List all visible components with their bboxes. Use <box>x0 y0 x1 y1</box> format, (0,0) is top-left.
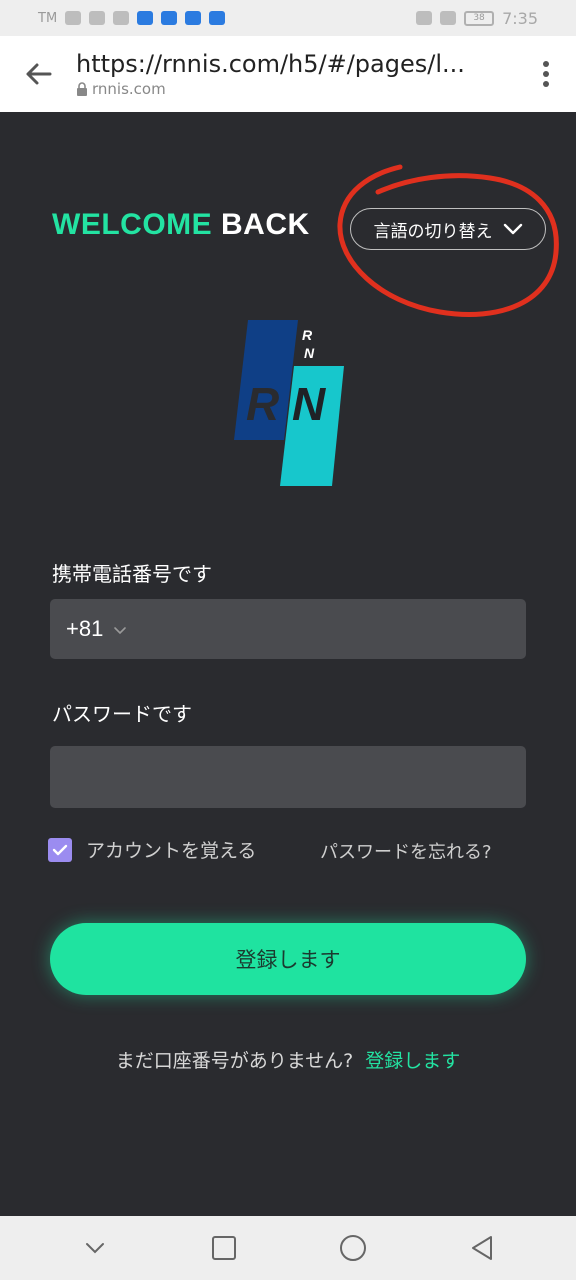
country-code-select[interactable]: +81 <box>66 616 103 642</box>
remember-label: アカウントを覚える <box>86 840 257 862</box>
password-input[interactable] <box>50 746 526 808</box>
language-switch-button[interactable]: 言語の切り替え <box>350 208 546 250</box>
chevron-down-icon[interactable] <box>113 626 127 635</box>
nav-back-button[interactable] <box>452 1218 512 1278</box>
language-switch-label: 言語の切り替え <box>373 221 493 242</box>
signal-icon <box>65 11 82 25</box>
welcome-word: WELCOME <box>52 208 213 241</box>
nav-hide-button[interactable] <box>65 1218 125 1278</box>
phone-field: +81 <box>50 599 526 659</box>
eye-icon <box>416 11 433 25</box>
square-icon <box>211 1236 236 1260</box>
welcome-heading: WELCOME BACK <box>52 208 310 242</box>
logo-letter-n: N <box>292 378 326 430</box>
wifi-icon <box>89 11 106 25</box>
nav-recents-button[interactable] <box>194 1218 254 1278</box>
chevron-down-icon <box>503 223 522 235</box>
nav-home-button[interactable] <box>323 1218 383 1278</box>
browser-toolbar: https://rnnis.com/h5/#/pages/l... rnnis.… <box>0 36 576 112</box>
domain-row: rnnis.com <box>76 80 516 98</box>
triangle-back-icon <box>471 1236 492 1260</box>
phone-label: 携帯電話番号です <box>52 562 212 586</box>
check-icon <box>52 844 68 855</box>
phone-input[interactable] <box>127 599 526 659</box>
logo-letter-r: R <box>246 378 279 430</box>
signup-link[interactable]: 登録します <box>365 1050 460 1072</box>
remember-account-row[interactable]: アカウントを覚える <box>48 836 256 863</box>
chevron-down-icon <box>85 1243 104 1254</box>
signup-prompt: まだ口座番号がありません? <box>115 1050 354 1072</box>
circle-icon <box>339 1235 366 1261</box>
status-right: 38 7:35 <box>416 9 538 28</box>
remember-checkbox[interactable] <box>48 837 72 862</box>
rn-logo: R N R N <box>234 320 344 486</box>
status-left: TM <box>38 10 226 26</box>
carrier-label: TM <box>38 10 58 26</box>
status-bar: TM 38 7:35 <box>0 0 576 36</box>
signup-row: まだ口座番号がありません? 登録します <box>0 1046 576 1073</box>
back-word: BACK <box>221 208 310 241</box>
lock-icon <box>77 82 87 96</box>
system-nav-bar <box>0 1216 576 1280</box>
alarm-icon <box>440 11 457 25</box>
messenger-icon <box>161 11 178 25</box>
url-text: https://rnnis.com/h5/#/pages/l... <box>76 50 465 78</box>
more-vertical-icon <box>543 61 549 87</box>
address-bar[interactable]: https://rnnis.com/h5/#/pages/l... rnnis.… <box>76 50 516 98</box>
login-button[interactable]: 登録します <box>50 923 526 995</box>
logo-small-letter-n: N <box>304 345 315 361</box>
shield-icon <box>137 11 154 25</box>
app-icon <box>209 11 226 25</box>
forgot-password-link[interactable]: パスワードを忘れる? <box>320 838 492 864</box>
more-menu-button[interactable] <box>516 36 576 112</box>
notification-icon <box>113 11 130 25</box>
status-time: 7:35 <box>502 8 538 28</box>
battery-icon: 38 <box>464 10 495 26</box>
back-button[interactable] <box>0 36 76 112</box>
login-page: WELCOME BACK 言語の切り替え R N R N 携帯電話番号です +8… <box>0 112 576 1216</box>
logo-small-letter-r: R <box>302 327 313 343</box>
password-label: パスワードです <box>52 702 192 726</box>
arrow-left-icon <box>26 63 52 85</box>
chat-icon <box>185 11 202 25</box>
domain-text: rnnis.com <box>92 80 166 98</box>
